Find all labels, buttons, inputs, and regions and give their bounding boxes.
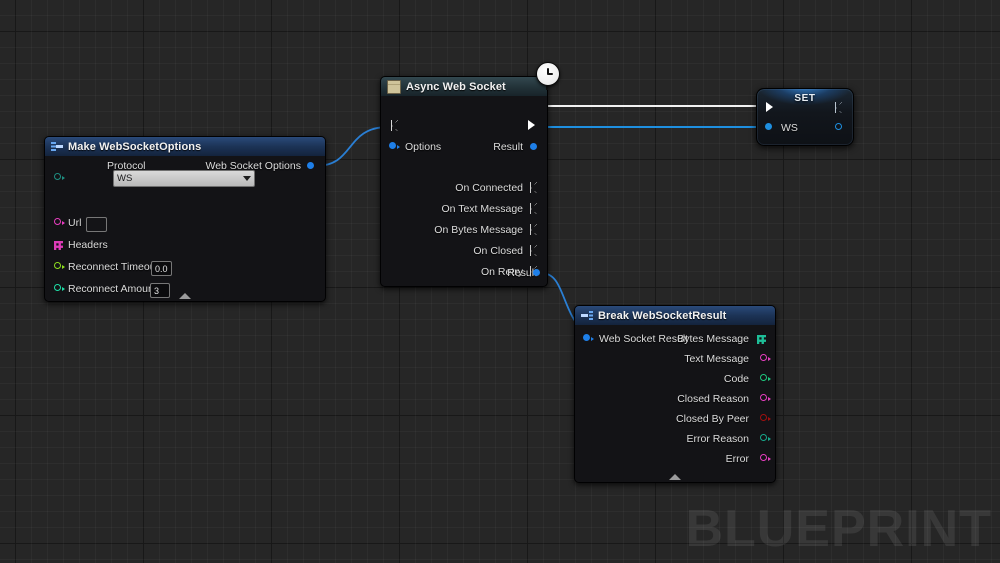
node-header-make[interactable]: Make WebSocketOptions: [45, 137, 325, 156]
node-make-websocketoptions[interactable]: Make WebSocketOptions Protocol Web Socke…: [44, 136, 326, 302]
node-header-break[interactable]: Break WebSocketResult: [575, 306, 775, 325]
output-pin-error[interactable]: [760, 454, 770, 464]
reconnect-timeout-input[interactable]: 0.0: [151, 261, 172, 276]
input-pin-reconnect-timeout[interactable]: [54, 262, 64, 272]
collapse-arrow[interactable]: [669, 474, 681, 480]
node-break-websocketresult[interactable]: Break WebSocketResult Web Socket Result …: [574, 305, 776, 483]
input-pin-headers[interactable]: [54, 240, 63, 249]
output-pin-result-top[interactable]: [530, 143, 539, 152]
output-pin-on-closed[interactable]: [529, 245, 539, 255]
reconnect-timeout-value: 0.0: [155, 264, 168, 274]
blueprint-graph-canvas[interactable]: Make WebSocketOptions Protocol Web Socke…: [0, 0, 1000, 563]
chevron-down-icon: [243, 176, 251, 181]
output-pin-code[interactable]: [760, 374, 770, 384]
async-task-icon: [387, 80, 401, 94]
output-pin-text-message[interactable]: [760, 354, 770, 364]
input-label-ws: WS: [781, 122, 798, 134]
output-label-on-connected: On Connected: [455, 182, 523, 194]
protocol-value: WS: [117, 173, 132, 184]
output-label-on-bytes-message: On Bytes Message: [434, 224, 523, 236]
node-title: Async Web Socket: [406, 81, 506, 93]
output-label-on-closed: On Closed: [473, 245, 523, 257]
input-label-headers: Headers: [68, 239, 108, 251]
output-label-text-message: Text Message: [684, 353, 749, 365]
blueprint-watermark: BLUEPRINT: [685, 499, 992, 559]
node-header-async[interactable]: Async Web Socket: [381, 77, 547, 96]
make-struct-icon: [51, 141, 63, 153]
node-title: Make WebSocketOptions: [68, 141, 201, 153]
node-set-ws[interactable]: SET WS: [756, 88, 854, 146]
input-label-options: Options: [405, 141, 441, 153]
node-async-web-socket[interactable]: Async Web Socket Options Result On Conne…: [380, 76, 548, 287]
input-label-web-socket-result: Web Socket Result: [599, 333, 688, 345]
output-pin-ws[interactable]: [835, 123, 844, 132]
output-pin-on-text-message[interactable]: [529, 203, 539, 213]
reconnect-amount-input[interactable]: 3: [150, 283, 170, 298]
protocol-combobox[interactable]: WS: [113, 170, 255, 187]
input-pin-web-socket-result[interactable]: [583, 334, 593, 344]
input-pin-options[interactable]: [389, 142, 399, 152]
input-label-reconnect-amount: Reconnect Amount: [68, 283, 157, 295]
input-pin-exec[interactable]: [766, 102, 776, 112]
url-input[interactable]: [86, 217, 107, 232]
output-pin-closed-reason[interactable]: [760, 394, 770, 404]
input-label-reconnect-timeout: Reconnect Timeout: [68, 261, 158, 273]
input-pin-protocol[interactable]: [54, 173, 64, 183]
output-label-error-reason: Error Reason: [687, 433, 749, 445]
clock-icon: [536, 62, 560, 86]
node-title: Break WebSocketResult: [598, 310, 726, 322]
reconnect-amount-value: 3: [154, 286, 159, 296]
output-label-bytes-message: Bytes Message: [677, 333, 749, 345]
output-pin-exec[interactable]: [528, 120, 538, 130]
output-label-result-top: Result: [493, 141, 523, 153]
output-label-error: Error: [726, 453, 749, 465]
collapse-arrow[interactable]: [179, 293, 191, 299]
wire-options-to-async: [316, 127, 388, 166]
output-pin-on-bytes-message[interactable]: [529, 224, 539, 234]
output-pin-closed-by-peer[interactable]: [760, 414, 770, 424]
input-pin-exec[interactable]: [390, 120, 400, 130]
output-pin-error-reason[interactable]: [760, 434, 770, 444]
input-pin-ws[interactable]: [765, 123, 774, 132]
output-pin-bytes-message[interactable]: [757, 334, 766, 343]
output-pin-exec[interactable]: [834, 102, 844, 112]
output-label-on-text-message: On Text Message: [441, 203, 523, 215]
output-label-code: Code: [724, 373, 749, 385]
input-pin-reconnect-amount[interactable]: [54, 284, 64, 294]
output-label-closed-by-peer: Closed By Peer: [676, 413, 749, 425]
output-pin-result-bottom[interactable]: [533, 269, 542, 278]
output-pin-web-socket-options[interactable]: [307, 162, 316, 171]
output-pin-on-connected[interactable]: [529, 182, 539, 192]
input-pin-url[interactable]: [54, 218, 64, 228]
output-label-closed-reason: Closed Reason: [677, 393, 749, 405]
break-struct-icon: [581, 310, 593, 322]
input-label-url: Url: [68, 217, 81, 229]
